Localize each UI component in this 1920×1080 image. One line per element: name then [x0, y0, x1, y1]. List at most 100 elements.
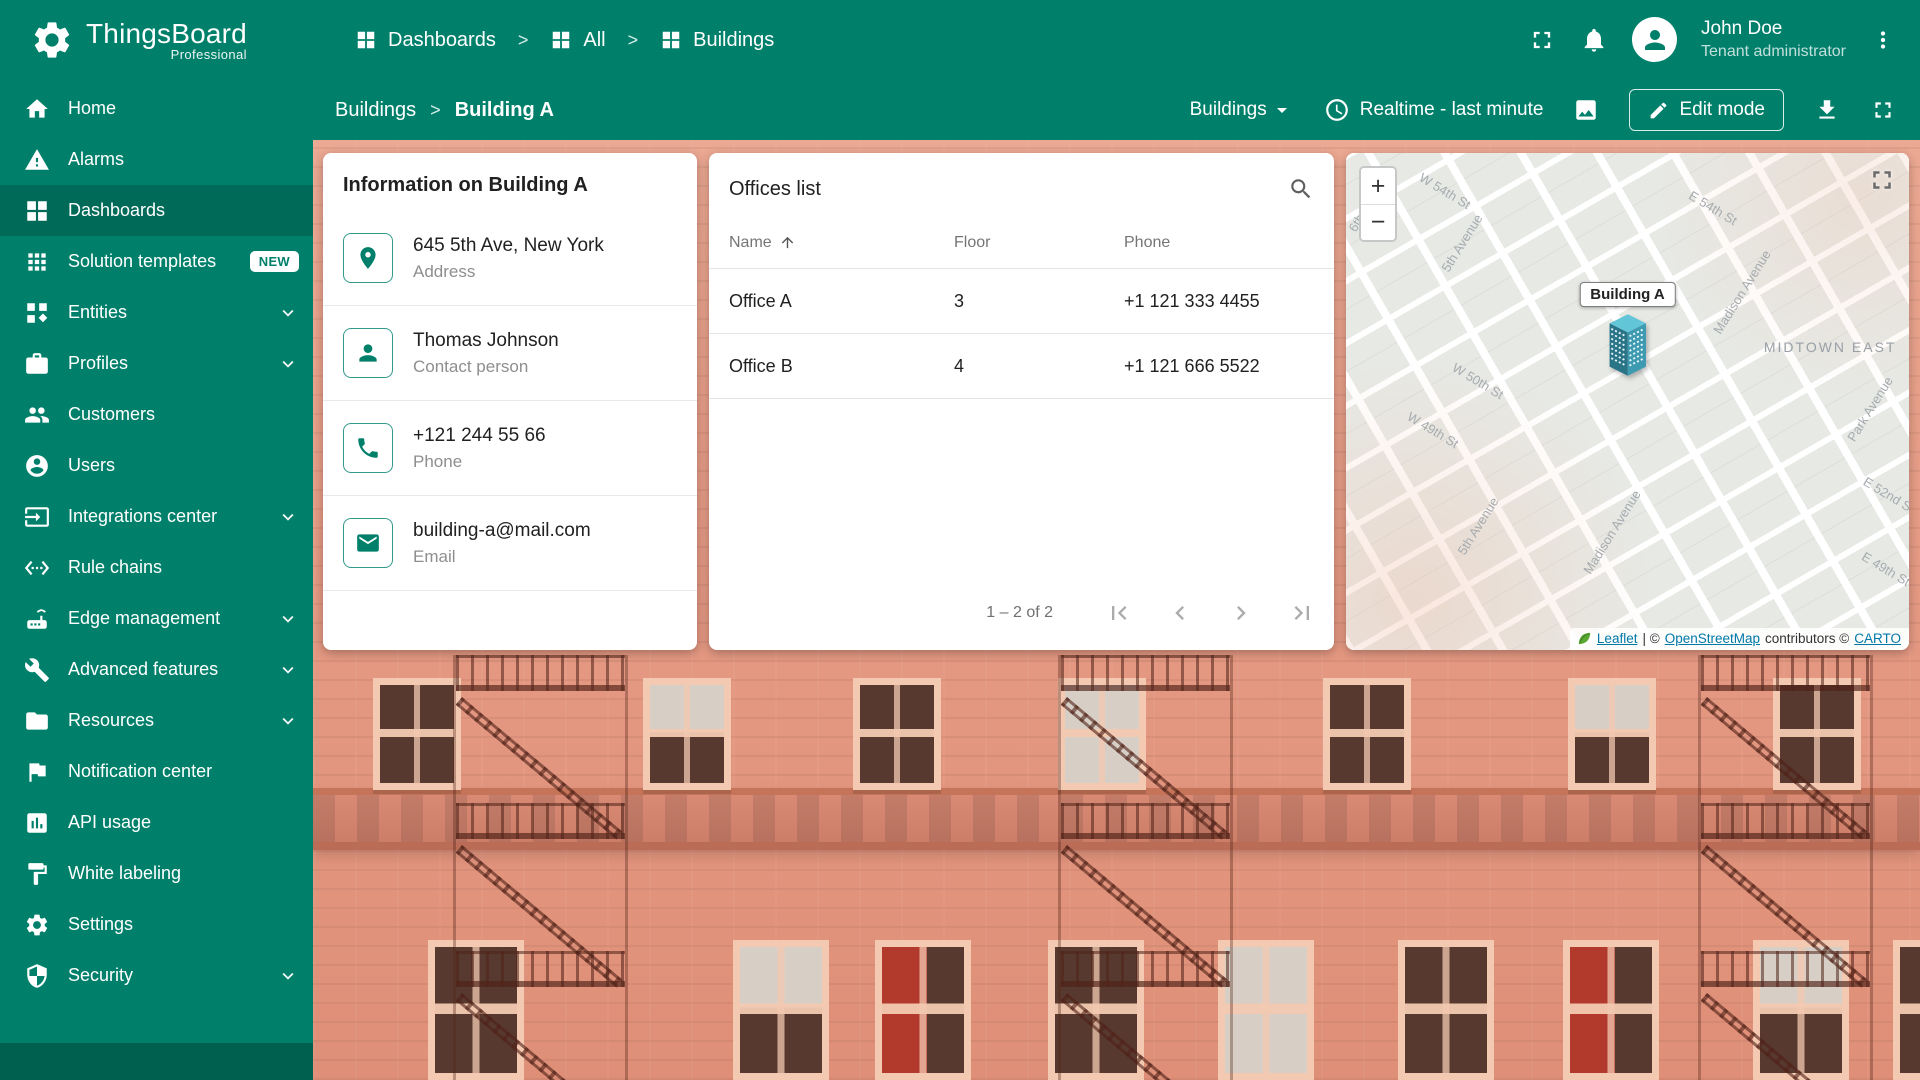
offices-list-widget: Offices list Name Floor Phone Office A 3…: [709, 153, 1334, 650]
pencil-icon: [1648, 100, 1669, 121]
paginator-range-label: 1 – 2 of 2: [986, 604, 1053, 621]
carto-link[interactable]: CARTO: [1854, 631, 1901, 646]
sidebar-item-customers[interactable]: Customers: [0, 389, 313, 440]
sidebar-item-label: Alarms: [68, 149, 125, 169]
more-menu-icon[interactable]: [1870, 27, 1896, 53]
app-header: ThingsBoard Professional Dashboards > Al…: [0, 0, 1920, 80]
photo-window: [1398, 940, 1494, 1080]
state-select-value: Buildings: [1189, 99, 1267, 120]
dashboards-icon: [355, 29, 377, 51]
leaflet-link[interactable]: Leaflet: [1597, 631, 1638, 646]
sidebar-item-dashboards[interactable]: Dashboards: [0, 185, 313, 236]
phone-icon: [355, 435, 381, 461]
last-page-icon[interactable]: [1288, 599, 1316, 627]
notifications-bell-icon[interactable]: [1580, 26, 1608, 54]
map-marker-label[interactable]: Building A: [1579, 282, 1676, 308]
chevron-down-icon: [277, 353, 299, 375]
chevron-down-icon: [277, 302, 299, 324]
breadcrumb-separator: >: [517, 29, 529, 50]
chart-icon: [24, 810, 50, 836]
table-row[interactable]: Office A 3 +1 121 333 4455: [709, 269, 1334, 334]
email-icon: [355, 530, 381, 556]
edit-mode-button[interactable]: Edit mode: [1629, 89, 1784, 131]
breadcrumb-label: All: [583, 28, 606, 51]
building-marker-icon[interactable]: [1605, 312, 1651, 378]
sidebar-item-white-labeling[interactable]: White labeling: [0, 848, 313, 899]
chevron-down-icon: [277, 608, 299, 630]
rule-chains-icon: [24, 555, 50, 581]
image-gallery-icon[interactable]: [1573, 97, 1599, 123]
download-icon[interactable]: [1814, 97, 1840, 123]
user-info[interactable]: John Doe Tenant administrator: [1701, 17, 1846, 62]
app-logo-text: ThingsBoard Professional: [86, 18, 247, 62]
map-canvas[interactable]: [1346, 153, 1909, 650]
photo-fire-escape: [453, 655, 628, 1080]
sidebar-item-rule-chains[interactable]: Rule chains: [0, 542, 313, 593]
leaflet-logo-icon: [1578, 632, 1591, 645]
entity-state-select[interactable]: Buildings: [1190, 98, 1294, 122]
sidebar-item-edge-management[interactable]: Edge management: [0, 593, 313, 644]
breadcrumb-dashboards[interactable]: Dashboards: [355, 29, 496, 52]
zoom-in-button[interactable]: +: [1361, 168, 1395, 204]
sidebar-item-label: Notification center: [68, 761, 213, 781]
openstreetmap-link[interactable]: OpenStreetMap: [1665, 631, 1760, 646]
table-row[interactable]: Office B 4 +1 121 666 5522: [709, 334, 1334, 399]
sidebar-item-resources[interactable]: Resources: [0, 695, 313, 746]
sidebar-item-solution-templates[interactable]: Solution templates NEW: [0, 236, 313, 287]
zoom-out-button[interactable]: −: [1361, 204, 1395, 240]
info-row-phone: +121 244 55 66 Phone: [323, 401, 697, 496]
search-icon[interactable]: [1288, 176, 1314, 202]
avatar[interactable]: [1632, 17, 1678, 63]
column-header-phone[interactable]: Phone: [1124, 234, 1314, 252]
cell-name: Office B: [729, 355, 793, 376]
widget-title: Information on Building A: [343, 174, 588, 196]
column-header-floor[interactable]: Floor: [954, 234, 1124, 252]
sidebar-item-label: API usage: [68, 812, 152, 832]
sidebar-item-users[interactable]: Users: [0, 440, 313, 491]
map-marker[interactable]: Building A: [1579, 282, 1676, 378]
sidebar-item-settings[interactable]: Settings: [0, 899, 313, 950]
sidebar-item-home[interactable]: Home: [0, 83, 313, 134]
header-actions: John Doe Tenant administrator: [1528, 17, 1896, 63]
column-header-name[interactable]: Name: [729, 234, 954, 252]
breadcrumb-label: Buildings: [693, 28, 775, 51]
map-attribution: Leaflet | © OpenStreetMap contributors ©…: [1569, 628, 1909, 650]
previous-page-icon[interactable]: [1166, 599, 1194, 627]
toolbar-breadcrumb-parent[interactable]: Buildings: [335, 99, 416, 122]
edge-router-icon: [24, 606, 50, 632]
sidebar-item-label: Entities: [68, 302, 128, 322]
info-label: Address: [413, 261, 476, 281]
sidebar-item-integrations-center[interactable]: Integrations center: [0, 491, 313, 542]
next-page-icon[interactable]: [1227, 599, 1255, 627]
district-label: MIDTOWN EAST: [1763, 338, 1897, 355]
clock-icon: [1324, 97, 1350, 123]
widget-row: Information on Building A 645 5th Ave, N…: [323, 153, 1909, 650]
sidebar-item-notification-center[interactable]: Notification center: [0, 746, 313, 797]
column-label: Name: [729, 233, 772, 251]
sidebar-item-security[interactable]: Security: [0, 950, 313, 1001]
info-row-address: 645 5th Ave, New York Address: [323, 211, 697, 306]
timewindow-button[interactable]: Realtime - last minute: [1324, 97, 1543, 123]
photo-window: [875, 940, 971, 1080]
photo-window: [1568, 678, 1656, 790]
sidebar-item-label: Solution templates: [68, 251, 217, 271]
info-label: Contact person: [413, 356, 529, 376]
breadcrumb-all[interactable]: All: [550, 28, 606, 52]
photo-fire-escape: [1698, 655, 1873, 1080]
sidebar-item-advanced-features[interactable]: Advanced features: [0, 644, 313, 695]
sidebar-item-alarms[interactable]: Alarms: [0, 134, 313, 185]
header-fullscreen-icon[interactable]: [1528, 26, 1556, 54]
sidebar-item-api-usage[interactable]: API usage: [0, 797, 313, 848]
info-label: Phone: [413, 451, 463, 471]
sidebar-item-profiles[interactable]: Profiles: [0, 338, 313, 389]
sidebar-item-label: Dashboards: [68, 200, 166, 220]
app-logo[interactable]: ThingsBoard Professional: [0, 18, 313, 62]
cell-floor: 3: [954, 290, 965, 311]
photo-window: [1893, 940, 1920, 1080]
toolbar-fullscreen-icon[interactable]: [1870, 97, 1896, 123]
breadcrumb-buildings[interactable]: Buildings: [660, 29, 774, 52]
first-page-icon[interactable]: [1105, 599, 1133, 627]
map-fullscreen-icon[interactable]: [1867, 165, 1897, 195]
people-icon: [24, 402, 50, 428]
sidebar-item-entities[interactable]: Entities: [0, 287, 313, 338]
